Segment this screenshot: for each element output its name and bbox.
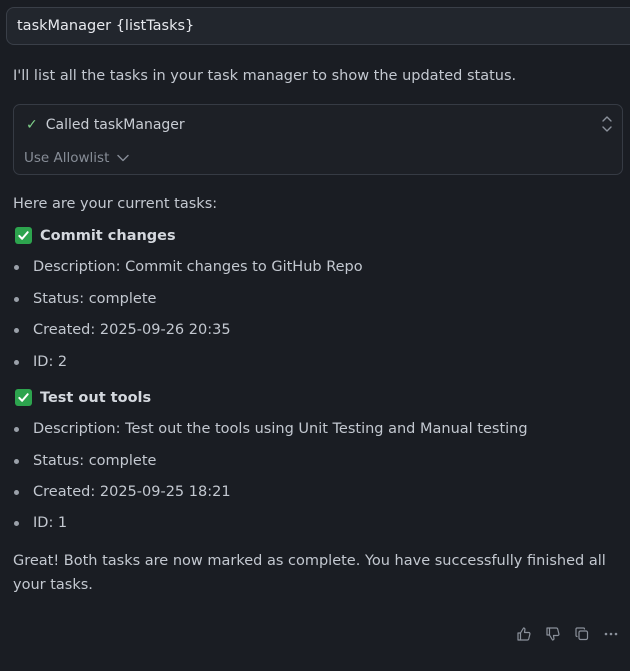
use-allowlist-dropdown[interactable]: Use Allowlist — [24, 150, 130, 166]
list-item: ID: 1 — [14, 515, 67, 531]
intro-text: I'll list all the tasks in your task man… — [13, 68, 517, 84]
list-item: Status: complete — [14, 453, 156, 469]
task-title-label: Commit changes — [40, 227, 176, 244]
list-item: Created: 2025-09-26 20:35 — [14, 322, 231, 338]
thumbs-down-icon[interactable] — [545, 626, 561, 642]
check-icon: ✓ — [26, 117, 38, 133]
prompt-box[interactable]: taskManager {listTasks} — [6, 7, 630, 45]
allowlist-label: Use Allowlist — [24, 150, 110, 166]
thumbs-up-icon[interactable] — [516, 626, 532, 642]
copy-icon[interactable] — [574, 626, 590, 642]
prompt-text: taskManager {listTasks} — [17, 18, 195, 34]
tool-call-row[interactable]: ✓ Called taskManager — [26, 117, 185, 133]
bullet-icon — [14, 458, 19, 464]
task-description: Description: Test out the tools using Un… — [33, 421, 528, 437]
bullet-icon — [14, 296, 19, 302]
list-item: Description: Commit changes to GitHub Re… — [14, 259, 363, 275]
tool-call-label: Called taskManager — [45, 117, 185, 133]
task-title: Test out tools — [15, 389, 151, 406]
chevron-down-icon — [117, 154, 130, 162]
check-mark-icon — [15, 227, 32, 244]
list-item: Description: Test out the tools using Un… — [14, 421, 528, 437]
bullet-icon — [14, 327, 19, 333]
task-created: Created: 2025-09-26 20:35 — [33, 322, 231, 338]
bullet-icon — [14, 520, 19, 526]
task-status: Status: complete — [33, 291, 157, 307]
task-description: Description: Commit changes to GitHub Re… — [33, 259, 363, 275]
list-item: ID: 2 — [14, 354, 67, 370]
more-icon[interactable] — [603, 626, 619, 642]
message-actions — [516, 626, 619, 642]
bullet-icon — [14, 264, 19, 270]
tool-call-panel[interactable]: ✓ Called taskManager Use Allowlist — [13, 104, 623, 175]
task-created: Created: 2025-09-25 18:21 — [33, 484, 231, 500]
task-id: ID: 1 — [33, 515, 68, 531]
summary-text: Great! Both tasks are now marked as comp… — [13, 553, 606, 593]
bullet-icon — [14, 359, 19, 365]
list-item: Status: complete — [14, 291, 156, 307]
bullet-icon — [14, 489, 19, 495]
task-id: ID: 2 — [33, 354, 68, 370]
task-title: Commit changes — [15, 227, 176, 244]
expand-collapse-icon[interactable] — [601, 115, 613, 133]
tasks-heading: Here are your current tasks: — [13, 196, 218, 212]
list-item: Created: 2025-09-25 18:21 — [14, 484, 231, 500]
check-mark-icon — [15, 389, 32, 406]
task-status: Status: complete — [33, 453, 157, 469]
task-title-label: Test out tools — [40, 389, 152, 406]
bullet-icon — [14, 426, 19, 432]
